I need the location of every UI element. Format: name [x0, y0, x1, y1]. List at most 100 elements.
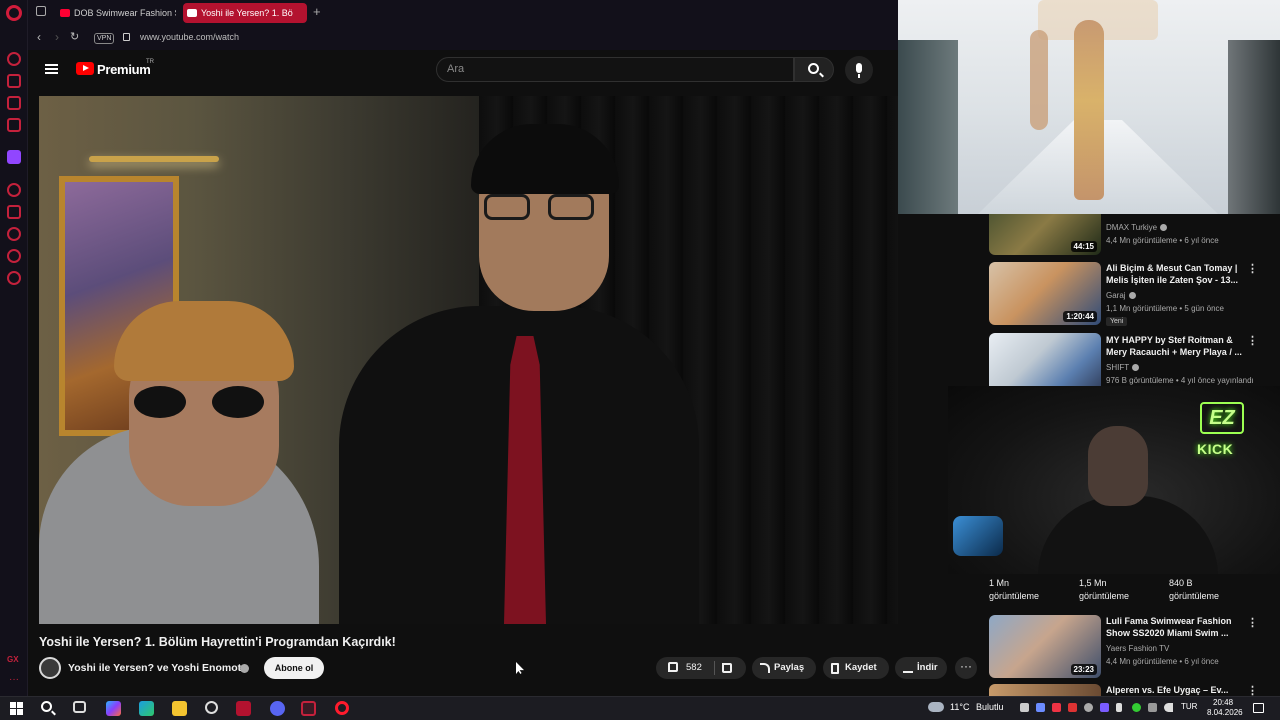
hamburger-menu-icon[interactable] [45, 64, 58, 74]
stream-overlay-runway-video [898, 0, 1280, 214]
rec-thumbnail[interactable]: 23:23 [989, 615, 1101, 678]
save-button[interactable]: Kaydet [823, 657, 889, 679]
youtube-premium-label[interactable]: Premium [97, 62, 151, 77]
like-icon[interactable] [668, 662, 678, 672]
vpn-badge[interactable]: VPN [94, 33, 115, 44]
rec-title[interactable]: MY HAPPY by Stef Roitman & Mery Racauchi… [1106, 334, 1246, 358]
youtube-logo-icon[interactable] [76, 62, 94, 75]
sidebar-settings-icon[interactable] [7, 271, 21, 285]
tray-steam-icon[interactable] [1036, 703, 1045, 712]
video-title: Yoshi ile Yersen? 1. Bölüm Hayrettin'i P… [39, 635, 396, 649]
rec-channel[interactable]: Yaers Fashion TV [1106, 644, 1169, 653]
taskbar-search-icon[interactable] [41, 701, 52, 712]
url-field[interactable]: www.youtube.com/watch [140, 32, 239, 42]
tab-label: Yoshi ile Yersen? 1. Bö [201, 8, 293, 18]
sidebar-more-icon[interactable]: ··· [9, 674, 19, 685]
new-tab-button[interactable]: + [313, 4, 321, 19]
clock-date[interactable]: 8.04.2026 [1207, 708, 1243, 717]
recommendations-list-lower: 23:23 Luli Fama Swimwear Fashion Show SS… [989, 614, 1269, 696]
channel-avatar[interactable] [39, 657, 61, 679]
shorts-views-2[interactable]: 1,5 Mn görüntüleme [1079, 577, 1129, 603]
recommendations-list: 44:15 DMAX Turkiye 4,4 Mn görüntüleme • … [989, 214, 1269, 386]
tray-network-icon[interactable] [1148, 703, 1157, 712]
reload-icon[interactable]: ↻ [70, 30, 79, 43]
tab-dob-swimwear[interactable]: DOB Swimwear Fashion Sh [56, 3, 176, 23]
rec-thumbnail[interactable] [989, 684, 1101, 696]
tray-mic-icon[interactable] [1116, 703, 1122, 712]
rec-title[interactable]: Alperen vs. Efe Uygaç – Ev... [1106, 684, 1246, 696]
forward-icon[interactable]: › [55, 30, 59, 44]
discord-icon[interactable] [270, 701, 285, 716]
rec-menu-icon[interactable]: ⋮ [1247, 334, 1258, 347]
rec-thumbnail[interactable] [989, 333, 1101, 386]
search-button[interactable] [794, 57, 834, 82]
rec-duration: 1:20:44 [1063, 311, 1097, 322]
rec-thumbnail[interactable]: 1:20:44 [989, 262, 1101, 325]
tray-circle-icon[interactable] [1084, 703, 1093, 712]
tray-discord-icon[interactable] [1020, 703, 1029, 712]
like-count[interactable]: 582 [686, 662, 702, 673]
language-indicator[interactable]: TUR [1181, 702, 1197, 711]
opera-icon[interactable] [335, 701, 349, 715]
share-button[interactable]: Paylaş [752, 657, 816, 679]
rec-menu-icon[interactable]: ⋮ [1247, 616, 1258, 629]
tray-green-icon[interactable] [1132, 703, 1141, 712]
task-view-icon[interactable] [73, 701, 86, 713]
tray-grid-icon[interactable] [1100, 703, 1109, 712]
opera-gx-icon[interactable] [301, 701, 316, 716]
app-red-icon[interactable] [236, 701, 251, 716]
rec-meta: 976 B görüntüleme • 4 yıl önce yayınland… [1106, 376, 1254, 385]
clock-time[interactable]: 20:48 [1213, 698, 1233, 707]
verified-icon [240, 664, 249, 673]
video-player[interactable] [39, 96, 898, 624]
file-explorer-icon[interactable] [172, 701, 187, 716]
voice-search-icon[interactable] [845, 56, 873, 84]
sidebar-control-icon[interactable] [7, 249, 21, 263]
sidebar-bookmarks-icon[interactable] [7, 205, 21, 219]
rec-title[interactable]: Luli Fama Swimwear Fashion Show SS2020 M… [1106, 615, 1246, 639]
download-button[interactable]: İndir [895, 657, 947, 679]
sidebar-player-icon[interactable] [7, 183, 21, 197]
tray-opera-icon[interactable] [1052, 703, 1061, 712]
sidebar-gx-corner-icon[interactable] [7, 118, 21, 132]
shorts-views-3[interactable]: 840 B görüntüleme [1169, 577, 1219, 603]
more-actions-button[interactable]: ··· [955, 657, 977, 679]
dislike-icon[interactable] [722, 663, 732, 673]
rec-menu-icon[interactable]: ⋮ [1247, 684, 1258, 696]
lock-icon[interactable] [123, 33, 130, 41]
volume-icon[interactable] [1164, 703, 1173, 712]
channel-name[interactable]: Yoshi ile Yersen? ve Yoshi Enomoto [68, 662, 248, 674]
rec-title[interactable]: Ali Biçim & Mesut Can Tomay | Melis İşit… [1106, 262, 1246, 286]
rec-thumbnail[interactable]: 44:15 [989, 214, 1101, 255]
shorts-views-label: görüntüleme [1169, 591, 1220, 601]
app-circle-icon[interactable] [205, 701, 218, 714]
start-menu-icon[interactable] [10, 702, 23, 715]
weather-description[interactable]: Bulutlu [976, 702, 1004, 712]
tab-yoshi-ile-yersen[interactable]: Yoshi ile Yersen? 1. Bö [183, 3, 307, 23]
rec-menu-icon[interactable]: ⋮ [1247, 262, 1258, 275]
like-divider [714, 661, 715, 675]
sidebar-aria-icon[interactable] [7, 74, 21, 88]
subscribe-button[interactable]: Abone ol [264, 657, 324, 679]
shorts-views-1[interactable]: 1 Mn görüntüleme [989, 577, 1039, 603]
sidebar-messenger-icon[interactable] [7, 96, 21, 110]
sidebar-twitch-icon[interactable] [7, 150, 21, 164]
search-input[interactable] [447, 63, 767, 75]
streamer-webcam-overlay: EZ KICK [948, 386, 1280, 574]
sidebar-speed-dial-icon[interactable] [7, 52, 21, 66]
copilot-icon[interactable] [106, 701, 121, 716]
notification-icon[interactable] [1253, 703, 1264, 713]
rec-channel[interactable]: DMAX Turkiye [1106, 223, 1168, 232]
tab-overview-icon[interactable] [36, 6, 46, 16]
rec-channel[interactable]: Garaj [1106, 291, 1136, 300]
opera-logo-icon[interactable] [6, 5, 22, 21]
sidebar-history-icon[interactable] [7, 227, 21, 241]
weather-temperature[interactable]: 11°C [950, 702, 969, 712]
runway-audience-left [898, 40, 958, 214]
tray-app-icon[interactable] [1068, 703, 1077, 712]
youtube-favicon-icon [187, 9, 197, 17]
cloud-icon[interactable] [928, 702, 944, 712]
back-icon[interactable]: ‹ [37, 30, 41, 44]
rec-channel[interactable]: SHIFT [1106, 363, 1140, 372]
edge-icon[interactable] [139, 701, 154, 716]
